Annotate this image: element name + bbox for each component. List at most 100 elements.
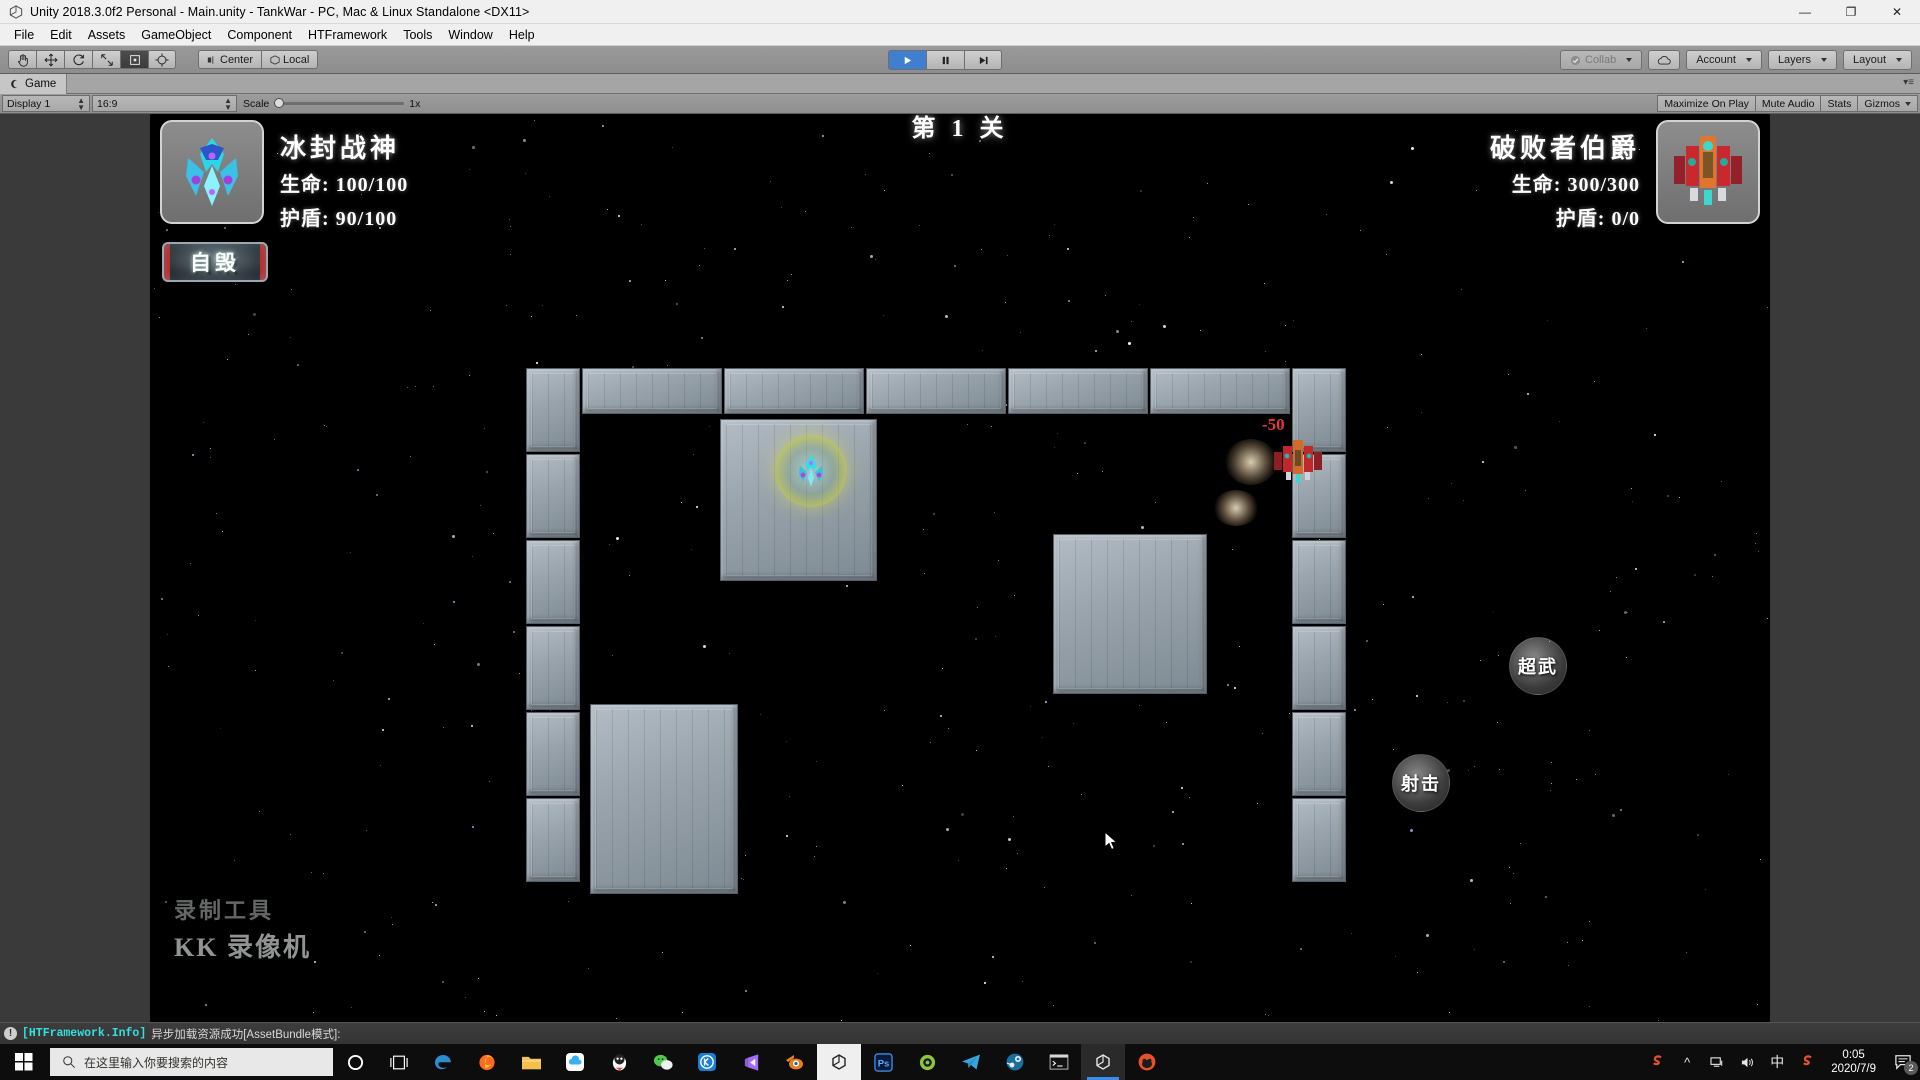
telegram-icon[interactable] [949,1044,993,1080]
enemy-shield-value: 0/0 [1611,208,1640,230]
cloud-icon [1658,55,1671,65]
terminal-icon[interactable] [1037,1044,1081,1080]
scale-slider-knob[interactable] [274,98,285,108]
pivot-mode-label: Center [220,53,254,66]
watermark-line-2: KK 录像机 [174,933,311,962]
menu-item-component[interactable]: Component [219,26,300,44]
layout-button[interactable]: Layout [1842,50,1912,70]
edge-icon[interactable] [421,1044,465,1080]
notification-center-button[interactable]: 2 [1886,1044,1920,1080]
aspect-dropdown[interactable]: 16:9 ▲ ▼ [92,95,237,112]
pause-button[interactable] [926,50,964,70]
enemy-shield-label: 护盾 [1555,208,1598,230]
gitkraken-icon[interactable] [905,1044,949,1080]
gizmos-toggle[interactable]: Gizmos [1857,95,1918,112]
cortana-icon[interactable] [333,1044,377,1080]
maximize-on-play-toggle[interactable]: Maximize On Play [1657,95,1755,112]
steam-icon[interactable] [993,1044,1037,1080]
mute-audio-toggle[interactable]: Mute Audio [1754,95,1821,112]
close-button[interactable]: ✕ [1874,0,1920,24]
ime-cn-icon[interactable]: 中 [1763,1044,1791,1080]
maximize-button[interactable]: ❐ [1828,0,1874,24]
blender-icon[interactable] [773,1044,817,1080]
menu-item-assets[interactable]: Assets [80,26,134,44]
chevron-up-icon[interactable]: ^ [1673,1044,1701,1080]
transform-tools-group [8,50,176,69]
recorder-watermark: 录制工具 KK 录像机 [174,893,349,964]
search-icon [63,1056,76,1069]
account-button[interactable]: Account [1686,50,1762,70]
hand-tool-button[interactable] [8,50,36,69]
kk-recorder-icon[interactable] [1125,1044,1169,1080]
scale-slider-group[interactable]: Scale 1x [243,98,420,110]
kuaishou-icon[interactable] [685,1044,729,1080]
pivot-mode-button[interactable]: Center [198,50,262,69]
display-dropdown[interactable]: Display 1 ▲ ▼ [2,95,90,112]
sogou-pinyin-icon[interactable] [1793,1044,1821,1080]
pause-icon [942,56,949,64]
taskbar-clock[interactable]: 0:05 2020/7/9 [1823,1048,1884,1076]
layers-caret-icon [1820,58,1827,62]
notification-badge: 2 [1904,1061,1918,1075]
photoshop-icon[interactable]: Ps [861,1044,905,1080]
file-explorer-icon[interactable] [509,1044,553,1080]
player-ship[interactable] [775,435,847,507]
qq-icon[interactable] [597,1044,641,1080]
scale-slider[interactable] [274,98,405,108]
baidu-netdisk-icon[interactable] [553,1044,597,1080]
stats-toggle[interactable]: Stats [1820,95,1858,112]
tab-game[interactable]: Game [0,73,68,94]
menu-item-htframework[interactable]: HTFramework [300,26,395,44]
layers-button[interactable]: Layers [1767,50,1837,70]
aspect-stepper-icon: ▲ ▼ [224,95,232,112]
self-destruct-button[interactable]: 自毁 [162,242,268,282]
step-button[interactable] [964,50,1002,70]
play-icon [904,56,912,64]
enemy-shield: 护盾: 0/0 [1555,208,1640,230]
cloud-button[interactable] [1648,50,1681,70]
visual-studio-icon[interactable] [729,1044,773,1080]
fire-button[interactable]: 射击 [1392,754,1450,812]
display-label: Display 1 [7,97,51,110]
unity-status-bar[interactable]: ! [HTFramework.Info] 异步加载资源成功[AssetBundl… [0,1022,1920,1044]
scale-tool-button[interactable] [92,50,120,69]
collab-caret-icon [1626,58,1633,62]
level-indicator: 第 1 关 [911,116,1009,142]
menu-item-file[interactable]: File [6,26,42,44]
sogou-icon[interactable] [1643,1044,1671,1080]
unity-hub-icon[interactable] [817,1044,861,1080]
volume-icon[interactable] [1733,1044,1761,1080]
super-weapon-button[interactable]: 超武 [1509,637,1567,695]
status-tag: [HTFramework.Info] [22,1027,147,1040]
layers-label: Layers [1777,54,1811,66]
space-mode-button[interactable]: Local [261,50,319,69]
unity-editor-icon[interactable] [1081,1044,1125,1080]
rotate-tool-button[interactable] [64,50,92,69]
collab-button[interactable]: Collab [1560,50,1643,70]
menu-item-gameobject[interactable]: GameObject [133,26,219,44]
minimize-button[interactable]: — [1782,0,1828,24]
menu-item-help[interactable]: Help [501,26,543,44]
transform-tool-button[interactable] [148,50,176,69]
windows-logo-icon [15,1053,33,1071]
network-icon[interactable] [1703,1044,1731,1080]
firefox-icon[interactable] [465,1044,509,1080]
game-render-surface[interactable]: -50 冰封战神 生命: 100/100 护盾: 90/100 破败者伯爵 生命… [150,114,1770,1022]
start-button[interactable] [0,1044,48,1080]
menu-item-edit[interactable]: Edit [42,26,80,44]
play-button[interactable] [888,50,926,70]
rect-tool-button[interactable] [120,50,148,69]
account-label: Account [1696,54,1736,66]
search-input[interactable]: 在这里输入你要搜索的内容 [50,1048,333,1076]
panel-menu-icon[interactable]: ▾≡ [1903,77,1914,88]
player-hp-value: 100/100 [335,174,409,196]
move-tool-button[interactable] [36,50,64,69]
enemy-ship[interactable] [1267,434,1329,488]
wechat-icon[interactable] [641,1044,685,1080]
step-icon [979,56,988,64]
menu-item-tools[interactable]: Tools [395,26,440,44]
account-caret-icon [1745,58,1752,62]
task-view-icon[interactable] [377,1044,421,1080]
tab-game-label: Game [25,77,57,90]
menu-item-window[interactable]: Window [440,26,500,44]
